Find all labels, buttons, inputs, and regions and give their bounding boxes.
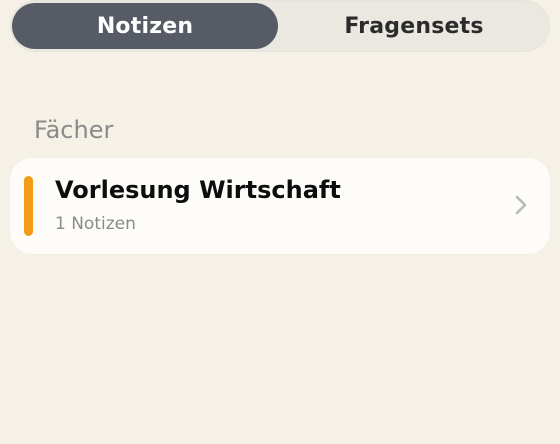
chevron-right-icon — [514, 194, 528, 216]
tab-notizen[interactable]: Notizen — [12, 3, 278, 49]
tab-fragensets[interactable]: Fragensets — [280, 3, 548, 49]
subject-card[interactable]: Vorlesung Wirtschaft 1 Notizen — [10, 158, 550, 254]
section-title: Fächer — [34, 116, 114, 144]
segmented-control: Notizen Fragensets — [10, 0, 550, 52]
subject-accent-bar — [24, 176, 33, 236]
subject-title: Vorlesung Wirtschaft — [55, 176, 341, 204]
subject-notes-count: 1 Notizen — [55, 214, 136, 234]
